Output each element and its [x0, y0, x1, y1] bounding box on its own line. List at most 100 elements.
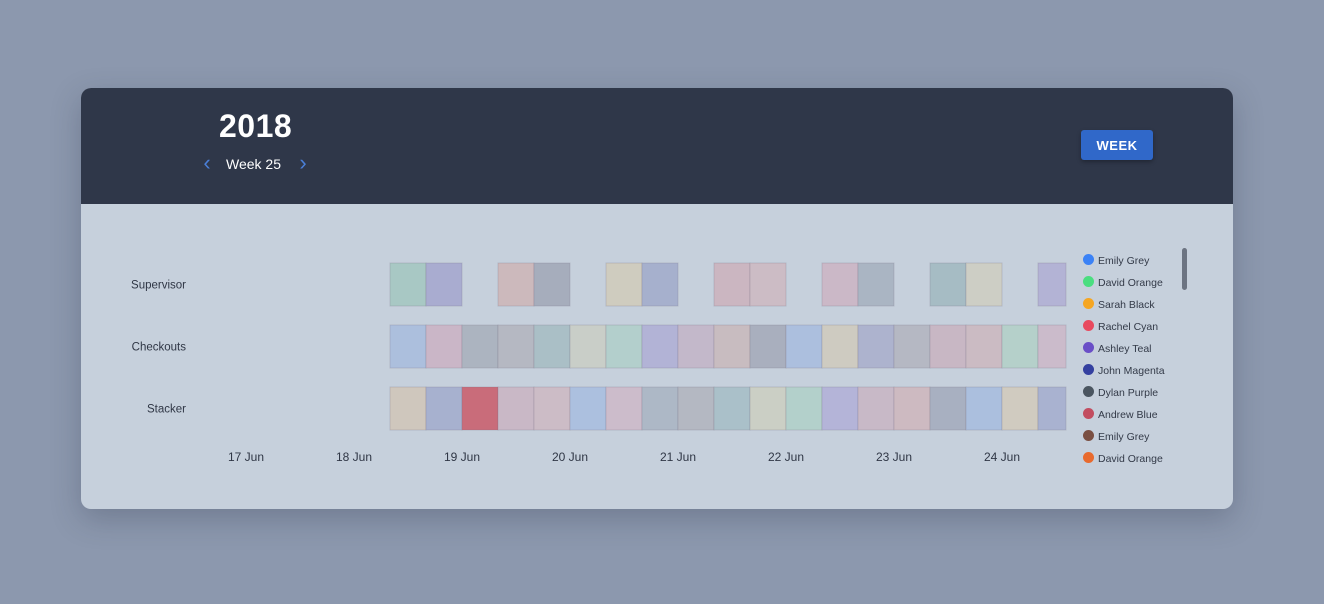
legend-item[interactable]: Andrew Blue [1081, 406, 1191, 428]
legend-item[interactable]: Emily Grey [1081, 428, 1191, 450]
legend-label: David Orange [1098, 277, 1163, 289]
shift-bar[interactable] [821, 386, 859, 431]
shift-bar[interactable] [641, 324, 679, 369]
shift-bar[interactable] [389, 386, 427, 431]
x-tick-label: 20 Jun [552, 450, 588, 464]
legend-dot-icon [1083, 408, 1094, 419]
legend-item[interactable]: Sarah Black [1081, 296, 1191, 318]
shift-bar[interactable] [749, 262, 787, 307]
legend-item[interactable]: John Magenta [1081, 362, 1191, 384]
shift-bar[interactable] [641, 386, 679, 431]
shift-bar[interactable] [929, 262, 967, 307]
shift-bar[interactable] [965, 324, 1003, 369]
x-tick-label: 18 Jun [336, 450, 372, 464]
shift-bar[interactable] [893, 324, 931, 369]
legend-label: Dylan Purple [1098, 387, 1159, 399]
shift-bar[interactable] [677, 324, 715, 369]
shift-bar[interactable] [389, 262, 427, 307]
shift-bar[interactable] [497, 262, 535, 307]
row-label: Checkouts [132, 342, 187, 354]
schedule-card: 2018 ‹ Week 25 › WEEK Supervisor Checkout… [81, 88, 1233, 509]
shift-bar[interactable] [425, 324, 463, 369]
x-tick-label: 19 Jun [444, 450, 480, 464]
shift-bar[interactable] [893, 386, 931, 431]
shift-bar[interactable] [497, 386, 535, 431]
shift-bar[interactable] [713, 386, 751, 431]
shift-bar[interactable] [1037, 386, 1067, 431]
shift-bar[interactable] [965, 386, 1003, 431]
shift-bar[interactable] [425, 386, 463, 431]
legend-dot-icon [1083, 254, 1094, 265]
shift-bar[interactable] [569, 386, 607, 431]
legend-item[interactable]: Dylan Purple [1081, 384, 1191, 406]
legend-item[interactable]: David Orange [1081, 274, 1191, 296]
legend-item[interactable]: Rachel Cyan [1081, 318, 1191, 340]
legend-label: Emily Grey [1098, 431, 1150, 443]
legend: Emily Grey David Orange Sarah Black Rachel … [1081, 252, 1191, 474]
shift-bar[interactable] [389, 324, 427, 369]
legend-item[interactable]: Ashley Teal [1081, 340, 1191, 362]
shift-bar[interactable] [749, 324, 787, 369]
shift-bar[interactable] [929, 324, 967, 369]
timeline-row: Checkouts [132, 324, 1067, 369]
shift-bar[interactable] [461, 324, 499, 369]
shift-bar[interactable] [1001, 386, 1039, 431]
timeline-chart: Supervisor Checkouts Stacker 17 Jun 18 Jun 19… [131, 262, 1067, 464]
shift-bar[interactable] [533, 386, 571, 431]
chevron-right-icon[interactable]: › [295, 152, 311, 174]
shift-bar[interactable] [857, 324, 895, 369]
shift-bar[interactable] [1037, 324, 1067, 369]
shift-bar[interactable] [1037, 262, 1067, 307]
shift-bar[interactable] [641, 262, 679, 307]
shift-bar[interactable] [677, 386, 715, 431]
row-label: Supervisor [131, 280, 186, 292]
shift-bar[interactable] [749, 386, 787, 431]
shift-bar[interactable] [713, 262, 751, 307]
shift-bar[interactable] [821, 262, 859, 307]
chevron-left-icon[interactable]: ‹ [199, 152, 215, 174]
legend-dot-icon [1083, 386, 1094, 397]
shift-bar[interactable] [605, 324, 643, 369]
legend-label: Sarah Black [1098, 299, 1155, 311]
row-label: Stacker [147, 404, 186, 416]
legend-label: Rachel Cyan [1098, 321, 1159, 333]
legend-dot-icon [1083, 452, 1094, 463]
shift-bar[interactable] [785, 386, 823, 431]
x-tick-label: 22 Jun [768, 450, 804, 464]
legend-label: Andrew Blue [1098, 409, 1158, 421]
legend-label: Emily Grey [1098, 255, 1150, 267]
x-tick-label: 17 Jun [228, 450, 264, 464]
shift-bar[interactable] [605, 386, 643, 431]
legend-label: Ashley Teal [1098, 343, 1152, 355]
shift-bar[interactable] [965, 262, 1003, 307]
legend-scrollbar[interactable] [1182, 248, 1187, 290]
year-title: 2018 [219, 108, 293, 144]
shift-bar[interactable] [425, 262, 463, 307]
legend-list: Emily Grey David Orange Sarah Black Rachel … [1081, 252, 1191, 472]
legend-dot-icon [1083, 430, 1094, 441]
shift-bar[interactable] [1001, 324, 1039, 369]
legend-label: David Orange [1098, 453, 1163, 465]
shift-bar[interactable] [533, 262, 571, 307]
shift-bar[interactable] [821, 324, 859, 369]
shift-bar[interactable] [929, 386, 967, 431]
timeline-row: Supervisor [131, 262, 1067, 307]
shift-bar[interactable] [533, 324, 571, 369]
shift-bar[interactable] [785, 324, 823, 369]
shift-bar[interactable] [857, 262, 895, 307]
legend-dot-icon [1083, 298, 1094, 309]
legend-item[interactable]: Emily Grey [1081, 252, 1191, 274]
shift-bar[interactable] [857, 386, 895, 431]
legend-label: John Magenta [1098, 365, 1165, 377]
x-tick-label: 24 Jun [984, 450, 1020, 464]
x-tick-label: 21 Jun [660, 450, 696, 464]
week-view-button[interactable]: WEEK [1081, 130, 1153, 160]
legend-item[interactable]: David Orange [1081, 450, 1191, 472]
shift-bar[interactable] [497, 324, 535, 369]
x-tick-label: 23 Jun [876, 450, 912, 464]
shift-bar[interactable] [605, 262, 643, 307]
shift-bar[interactable] [461, 386, 499, 431]
shift-bar[interactable] [713, 324, 751, 369]
shift-bar[interactable] [569, 324, 607, 369]
legend-dot-icon [1083, 364, 1094, 375]
